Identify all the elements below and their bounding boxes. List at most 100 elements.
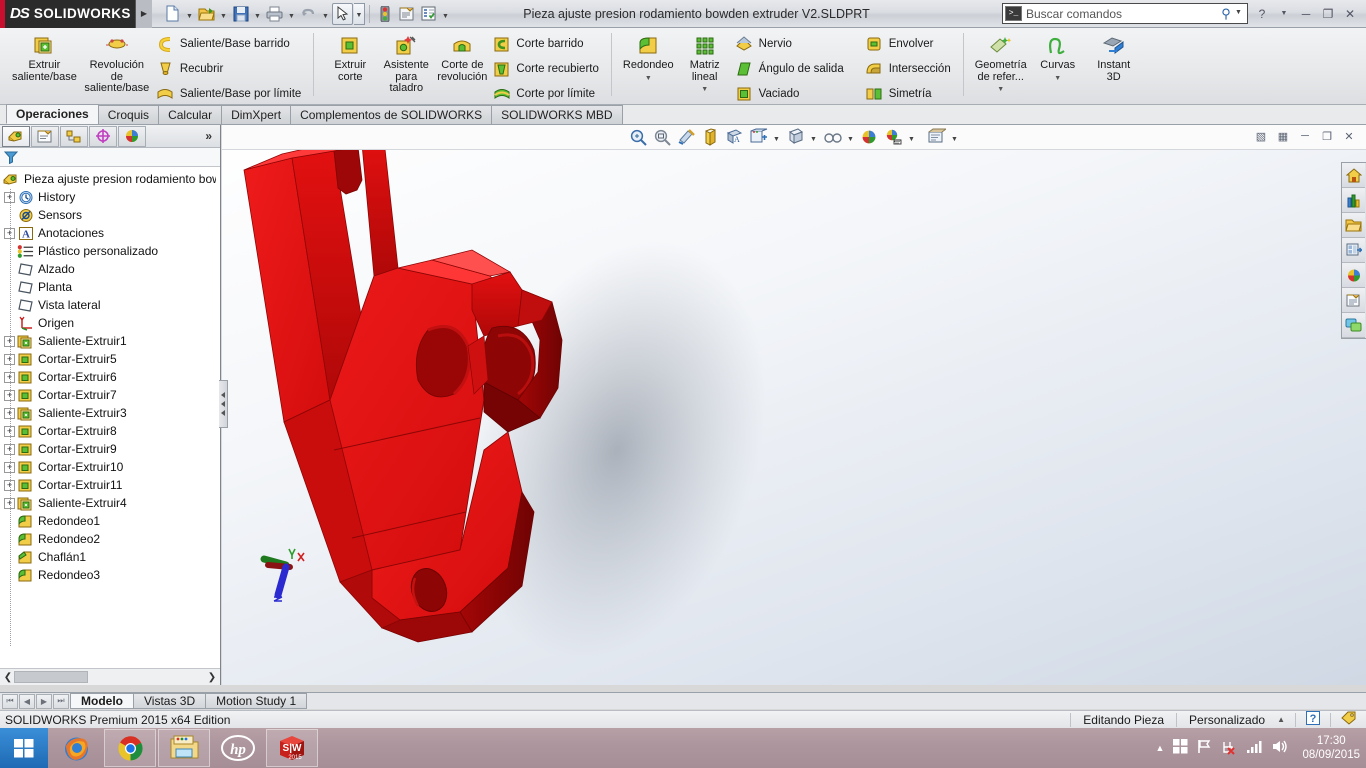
minimize-icon[interactable]: ─ bbox=[1296, 4, 1316, 24]
rib-button[interactable]: Nervio bbox=[733, 32, 848, 56]
tree-item-saliente-extruir3[interactable]: +Saliente-Extruir3 bbox=[0, 404, 220, 422]
linear-pattern-caret[interactable]: ▼ bbox=[701, 84, 708, 96]
tag-status-icon[interactable] bbox=[1331, 711, 1366, 728]
linear-pattern-button[interactable]: Matriz lineal ▼ bbox=[677, 31, 733, 98]
zoom-to-area-icon[interactable] bbox=[651, 127, 673, 148]
close-viewport-icon[interactable]: ✕ bbox=[1340, 127, 1358, 145]
feature-manager-overflow[interactable]: » bbox=[205, 129, 220, 143]
new-document-icon[interactable] bbox=[162, 3, 183, 25]
display-style-icon[interactable]: A bbox=[723, 127, 745, 148]
feature-tree-filter[interactable] bbox=[0, 148, 220, 167]
configuration-manager-tab[interactable] bbox=[60, 125, 88, 147]
chrome-icon[interactable] bbox=[104, 729, 156, 767]
view-settings-icon[interactable] bbox=[858, 127, 880, 148]
select-icon[interactable] bbox=[332, 2, 353, 25]
tree-item-redondeo2[interactable]: Redondeo2 bbox=[0, 530, 220, 548]
tree-item-redondeo3[interactable]: Redondeo3 bbox=[0, 566, 220, 584]
panel-splitter-handle[interactable] bbox=[219, 380, 228, 428]
command-search-box[interactable]: >_ Buscar comandos ⚲ ▼ bbox=[1002, 3, 1248, 24]
tree-item-cortar-extruir9[interactable]: +Cortar-Extruir9 bbox=[0, 440, 220, 458]
collapse-left-icon[interactable]: ▧ bbox=[1252, 127, 1270, 145]
nav-next-button[interactable]: ▶ bbox=[36, 693, 52, 709]
restore-viewport-icon[interactable]: ❐ bbox=[1318, 127, 1336, 145]
options-icon[interactable] bbox=[418, 3, 439, 25]
apply-scene-caret[interactable]: ▼ bbox=[845, 127, 856, 148]
open-document-icon[interactable] bbox=[196, 3, 217, 25]
search-caret[interactable]: ▼ bbox=[1235, 9, 1247, 19]
start-button[interactable] bbox=[0, 728, 48, 768]
swept-cut-button[interactable]: Corte barrido bbox=[490, 32, 602, 56]
search-icon[interactable]: ⚲ bbox=[1217, 6, 1235, 22]
solidworks-resources-icon[interactable] bbox=[1342, 163, 1365, 188]
network-problem-icon[interactable] bbox=[1220, 739, 1237, 758]
restore-icon[interactable]: ❐ bbox=[1318, 4, 1338, 24]
select-caret[interactable]: ▼ bbox=[354, 2, 365, 25]
tree-item-sensors[interactable]: Sensors bbox=[0, 206, 220, 224]
solidworks-logo[interactable]: DS SOLIDWORKS bbox=[0, 0, 136, 28]
signal-icon[interactable] bbox=[1246, 739, 1262, 757]
revolve-cut-button[interactable]: Corte de revolución bbox=[434, 31, 490, 85]
tab-dimxpert[interactable]: DimXpert bbox=[221, 105, 292, 124]
extrude-boss-button[interactable]: Extruir saliente/base bbox=[9, 31, 80, 85]
display-manager-tab[interactable] bbox=[118, 125, 146, 147]
tree-item-anotaciones[interactable]: +AAnotaciones bbox=[0, 224, 220, 242]
tree-item-cortar-extruir11[interactable]: +Cortar-Extruir11 bbox=[0, 476, 220, 494]
open-document-caret[interactable]: ▼ bbox=[218, 3, 229, 25]
rebuild-icon[interactable] bbox=[374, 3, 395, 25]
apply-scene-icon[interactable] bbox=[821, 127, 843, 148]
file-explorer-taskbar-icon[interactable] bbox=[158, 729, 210, 767]
edit-appearance-caret[interactable]: ▼ bbox=[808, 127, 819, 148]
tree-item-cortar-extruir7[interactable]: +Cortar-Extruir7 bbox=[0, 386, 220, 404]
tree-item-origen[interactable]: Origen bbox=[0, 314, 220, 332]
hp-icon[interactable]: hp bbox=[212, 729, 264, 767]
tree-item-saliente-extruir4[interactable]: +Saliente-Extruir4 bbox=[0, 494, 220, 512]
design-library-icon[interactable] bbox=[1342, 188, 1365, 213]
extrude-cut-button[interactable]: Extruir corte bbox=[322, 31, 378, 85]
intersect-button[interactable]: Intersección bbox=[863, 57, 955, 81]
zoom-to-fit-icon[interactable] bbox=[627, 127, 649, 148]
collapse-right-icon[interactable]: ▦ bbox=[1274, 127, 1292, 145]
help-caret[interactable]: ▼ bbox=[1274, 4, 1294, 24]
boundary-cut-button[interactable]: Corte por límite bbox=[490, 82, 602, 106]
tab-operaciones[interactable]: Operaciones bbox=[6, 104, 99, 124]
reference-geometry-button[interactable]: Geometría de refer... ▼ bbox=[972, 31, 1030, 98]
render-tools-caret[interactable]: ▼ bbox=[906, 127, 917, 148]
tree-item-cortar-extruir6[interactable]: +Cortar-Extruir6 bbox=[0, 368, 220, 386]
nav-first-button[interactable]: ⏮ bbox=[2, 693, 18, 709]
windows-tray-icon[interactable] bbox=[1173, 739, 1188, 757]
show-hidden-icons-icon[interactable]: ▲ bbox=[1156, 743, 1165, 753]
minimize-viewport-icon[interactable]: ─ bbox=[1296, 127, 1314, 145]
feature-tree-tab[interactable] bbox=[2, 125, 30, 147]
menu-expand-arrow[interactable]: ▶ bbox=[136, 0, 152, 28]
help-status-icon[interactable]: ? bbox=[1296, 711, 1330, 728]
tree-item-vista-lateral[interactable]: Vista lateral bbox=[0, 296, 220, 314]
solidworks-2015-icon[interactable]: S|W 2015 bbox=[266, 729, 318, 767]
draft-button[interactable]: Ángulo de salida bbox=[733, 57, 848, 81]
shell-button[interactable]: Vaciado bbox=[733, 82, 848, 106]
file-properties-icon[interactable] bbox=[396, 3, 417, 25]
edit-appearance-icon[interactable] bbox=[784, 127, 806, 148]
solidworks-forum-icon[interactable] bbox=[1342, 313, 1365, 338]
mirror-button[interactable]: Simetría bbox=[863, 82, 955, 106]
file-explorer-icon[interactable] bbox=[1342, 213, 1365, 238]
loft-cut-button[interactable]: Corte recubierto bbox=[490, 57, 602, 81]
save-caret[interactable]: ▼ bbox=[252, 3, 263, 25]
custom-properties-icon[interactable] bbox=[1342, 288, 1365, 313]
doc-tab-vistas3d[interactable]: Vistas 3D bbox=[133, 693, 207, 709]
undo-caret[interactable]: ▼ bbox=[320, 3, 331, 25]
units-caret[interactable]: ▲ bbox=[1277, 715, 1295, 724]
hole-wizard-button[interactable]: Asistente para taladro bbox=[378, 31, 434, 97]
boundary-boss-button[interactable]: Saliente/Base por límite bbox=[154, 82, 305, 106]
fillet-caret[interactable]: ▼ bbox=[645, 73, 652, 85]
options-caret[interactable]: ▼ bbox=[440, 3, 451, 25]
scroll-left-icon[interactable]: ❮ bbox=[2, 672, 14, 683]
section-view-icon[interactable] bbox=[675, 127, 697, 148]
reference-geometry-caret[interactable]: ▼ bbox=[997, 84, 1004, 96]
tab-croquis[interactable]: Croquis bbox=[97, 105, 160, 124]
feature-tree-hscrollbar[interactable]: ❮ ❯ bbox=[0, 668, 220, 685]
section-properties-icon[interactable] bbox=[925, 127, 947, 148]
swept-boss-button[interactable]: Saliente/Base barrido bbox=[154, 32, 305, 56]
model-3d-view[interactable] bbox=[222, 150, 1366, 685]
tab-complementos[interactable]: Complementos de SOLIDWORKS bbox=[290, 105, 493, 124]
hscroll-thumb[interactable] bbox=[14, 671, 88, 683]
